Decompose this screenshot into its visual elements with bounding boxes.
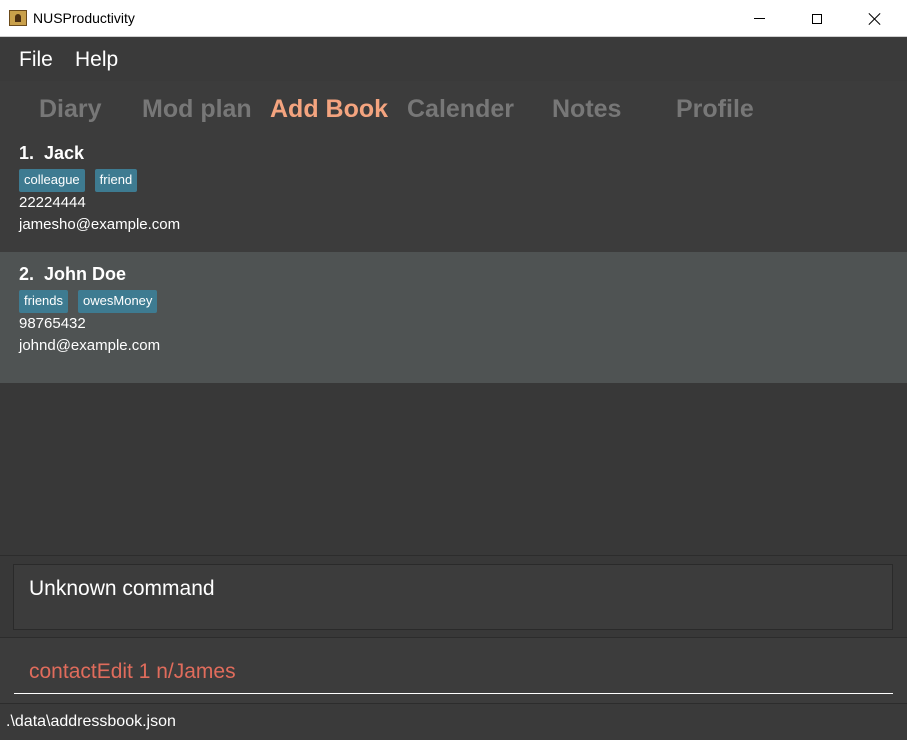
contact-phone: 22224444 — [19, 194, 86, 211]
title-bar[interactable]: NUSProductivity — [0, 0, 907, 37]
contact-email: jamesho@example.com — [19, 216, 181, 233]
result-display[interactable]: Unknown command — [13, 564, 893, 630]
tag-label: owesMoney — [78, 290, 158, 313]
tag-label: friend — [94, 169, 138, 192]
contact-card[interactable]: 1. Jack colleague friend 22224444 jamesh… — [0, 131, 907, 263]
status-bar: .\data\addressbook.json — [0, 703, 907, 740]
close-icon — [868, 12, 882, 26]
tab-bar: Diary Mod plan Add Book Calender Notes P… — [0, 81, 907, 131]
menu-help[interactable]: Help — [75, 48, 118, 72]
minimize-button[interactable] — [730, 0, 788, 37]
minimize-icon — [753, 18, 765, 19]
tab-diary[interactable]: Diary — [39, 95, 102, 124]
tab-notes[interactable]: Notes — [552, 95, 621, 124]
contact-email: johnd@example.com — [19, 337, 161, 354]
tag-label: colleague — [19, 169, 85, 192]
app-logo-icon — [9, 10, 27, 26]
contact-list[interactable]: 1. Jack colleague friend 22224444 jamesh… — [0, 131, 907, 555]
maximize-button[interactable] — [788, 0, 846, 37]
tab-calender[interactable]: Calender — [407, 95, 514, 124]
menu-file[interactable]: File — [19, 48, 53, 72]
maximize-icon — [812, 13, 822, 24]
tag-label: friends — [19, 290, 69, 313]
contact-name: 2. John Doe — [19, 264, 127, 284]
contact-card-selected[interactable]: 2. John Doe friends owesMoney 98765432 j… — [0, 252, 907, 383]
close-button[interactable] — [846, 0, 904, 37]
tab-mod-plan[interactable]: Mod plan — [142, 95, 252, 124]
save-location-path: .\data\addressbook.json — [6, 713, 176, 730]
contact-name: 1. Jack — [19, 143, 85, 163]
tag-list: friends owesMoney — [19, 290, 158, 313]
window-title: NUSProductivity — [33, 10, 135, 26]
result-message: Unknown command — [29, 577, 215, 600]
menu-bar: File Help — [0, 38, 907, 81]
contact-phone: 98765432 — [19, 315, 86, 332]
app-window: NUSProductivity File Help Diary Mod plan… — [0, 0, 907, 740]
command-box-pane — [0, 637, 907, 703]
command-input[interactable] — [14, 650, 893, 694]
tab-add-book[interactable]: Add Book — [270, 95, 388, 124]
tab-profile[interactable]: Profile — [676, 95, 754, 124]
tag-list: colleague friend — [19, 169, 138, 192]
result-display-pane: Unknown command — [0, 555, 907, 637]
